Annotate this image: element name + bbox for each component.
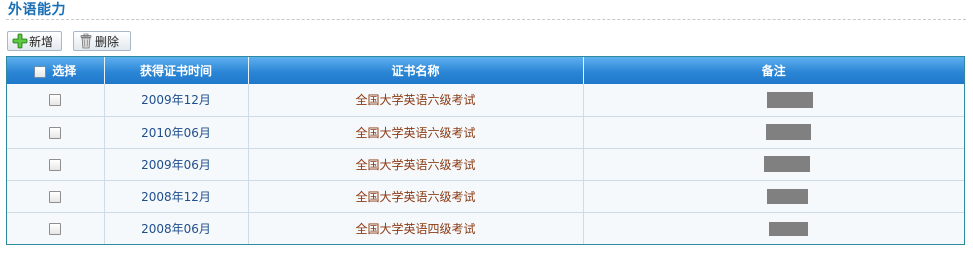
table-row[interactable]: 2009年06月 全国大学英语六级考试 [7, 147, 964, 180]
cert-note [583, 115, 964, 148]
column-header-select-label: 选择 [52, 64, 77, 78]
column-header-date: 获得证书时间 [104, 57, 249, 84]
cert-date: 2010年06月 [104, 115, 249, 148]
column-header-note: 备注 [583, 57, 964, 84]
row-checkbox[interactable] [49, 94, 62, 107]
cert-name: 全国大学英语六级考试 [248, 84, 584, 116]
cert-name: 全国大学英语六级考试 [248, 179, 584, 212]
cert-name: 全国大学英语六级考试 [248, 115, 584, 148]
cert-date: 2009年12月 [104, 84, 249, 116]
add-button[interactable]: 新增 [7, 31, 62, 51]
trash-icon [78, 33, 94, 49]
cert-date: 2008年12月 [104, 179, 249, 212]
title-divider [6, 19, 966, 20]
row-checkbox[interactable] [49, 222, 62, 235]
redacted-note [766, 124, 812, 140]
cert-note [583, 179, 964, 212]
certificate-grid: 选择 获得证书时间 证书名称 备注 2009年12月 全国大学英语六级考试 20… [6, 56, 965, 245]
add-button-label: 新增 [29, 34, 54, 49]
cert-name: 全国大学英语四级考试 [248, 211, 584, 244]
redacted-note [769, 221, 809, 236]
table-row[interactable]: 2010年06月 全国大学英语六级考试 [7, 115, 964, 148]
plus-icon [12, 33, 28, 49]
redacted-note [766, 188, 808, 204]
row-checkbox[interactable] [49, 158, 62, 171]
column-header-select: 选择 [7, 57, 105, 84]
cert-note [583, 211, 964, 244]
select-all-checkbox[interactable] [34, 65, 47, 78]
cert-note [583, 147, 964, 180]
table-row[interactable]: 2008年06月 全国大学英语四级考试 [7, 211, 964, 244]
cert-date: 2008年06月 [104, 211, 249, 244]
cert-date: 2009年06月 [104, 147, 249, 180]
delete-button[interactable]: 删除 [73, 31, 131, 51]
cert-name: 全国大学英语六级考试 [248, 147, 584, 180]
delete-button-label: 删除 [95, 34, 120, 49]
column-header-certificate: 证书名称 [248, 57, 584, 84]
table-row[interactable]: 2008年12月 全国大学英语六级考试 [7, 179, 964, 212]
table-row[interactable]: 2009年12月 全国大学英语六级考试 [7, 84, 964, 116]
certificate-table: 选择 获得证书时间 证书名称 备注 2009年12月 全国大学英语六级考试 20… [7, 57, 964, 244]
row-checkbox[interactable] [49, 126, 62, 139]
cert-note [583, 84, 964, 116]
row-checkbox[interactable] [49, 190, 62, 203]
redacted-note [763, 156, 810, 172]
redacted-note [766, 91, 813, 108]
section-title: 外语能力 [8, 2, 66, 18]
table-header-row: 选择 获得证书时间 证书名称 备注 [7, 57, 964, 84]
